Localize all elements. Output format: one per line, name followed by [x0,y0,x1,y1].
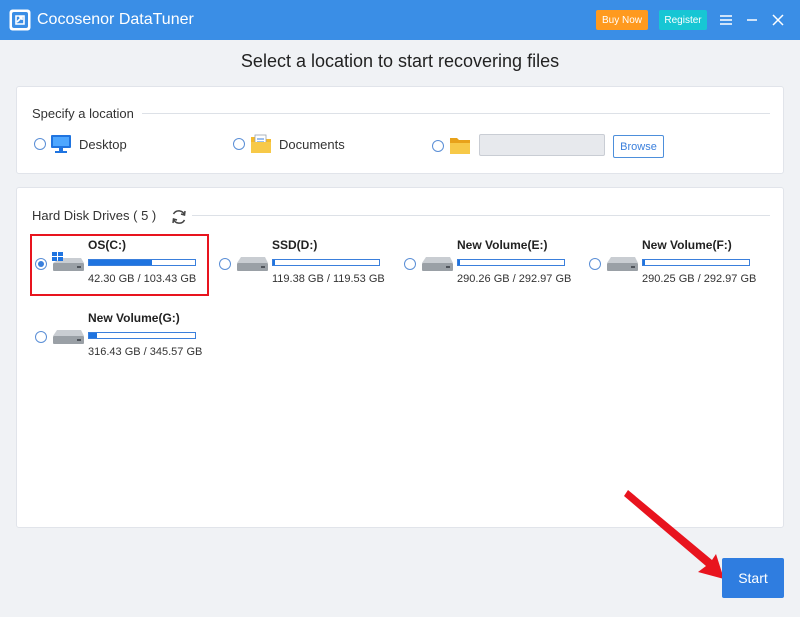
drive-name: New Volume(E:) [457,238,548,252]
drive-icon [237,257,268,271]
drive-usage-bar [457,259,565,266]
drive-size: 119.38 GB / 119.53 GB [272,273,385,285]
section-divider [32,113,770,114]
section-label-drives: Hard Disk Drives ( 5 ) [32,208,193,223]
drive-radio[interactable] [404,258,416,270]
drive-icon [607,257,638,271]
drive-usage-fill [89,333,98,338]
drive-radio[interactable] [589,258,601,270]
drive-size: 316.43 GB / 345.57 GB [88,346,203,358]
desktop-radio[interactable] [34,138,46,150]
drive-name: SSD(D:) [272,238,318,252]
desktop-icon [51,135,71,153]
custom-folder-radio[interactable] [432,140,444,152]
close-icon[interactable] [770,12,786,28]
drive-size: 290.25 GB / 292.97 GB [642,273,757,285]
drive-radio[interactable] [219,258,231,270]
page-title: Select a location to start recovering fi… [240,51,560,71]
minimize-icon[interactable] [744,12,760,28]
app-title: Cocosenor DataTuner [37,11,194,28]
start-button[interactable]: Start [722,558,784,598]
drive-usage-fill [458,260,460,265]
drive-usage-bar [642,259,750,266]
app-logo-icon [9,9,31,31]
documents-radio[interactable] [233,138,245,150]
drive-usage-fill [273,260,275,265]
drive-item-f[interactable]: New Volume(F:) 290.25 GB / 292.97 GB [587,237,767,297]
drive-icon [53,330,84,344]
register-button[interactable]: Register [659,10,707,30]
section-label-location: Specify a location [32,106,142,121]
drive-usage-fill [643,260,645,265]
drive-item-e[interactable]: New Volume(E:) 290.26 GB / 292.97 GB [402,237,582,297]
drive-name: New Volume(F:) [642,238,732,252]
documents-label[interactable]: Documents [279,137,345,152]
title-bar: Cocosenor DataTuner Buy Now Register [0,0,800,40]
menu-icon[interactable] [718,12,734,28]
refresh-icon[interactable] [170,208,188,226]
drive-item-g[interactable]: New Volume(G:) 316.43 GB / 345.57 GB [33,310,213,370]
path-input[interactable] [479,134,605,156]
folder-icon [450,138,470,154]
selection-highlight-box [30,234,209,296]
browse-button[interactable]: Browse [613,135,664,158]
drive-name: New Volume(G:) [88,311,180,325]
drive-usage-bar [88,332,196,339]
drive-usage-bar [272,259,380,266]
drive-size: 290.26 GB / 292.97 GB [457,273,572,285]
location-panel: Specify a location Desktop Documents Bro… [16,86,784,174]
documents-icon [251,134,271,153]
drive-item-d[interactable]: SSD(D:) 119.38 GB / 119.53 GB [217,237,397,297]
buy-now-button[interactable]: Buy Now [596,10,648,30]
drive-icon [422,257,453,271]
drive-radio[interactable] [35,331,47,343]
desktop-label[interactable]: Desktop [79,137,127,152]
